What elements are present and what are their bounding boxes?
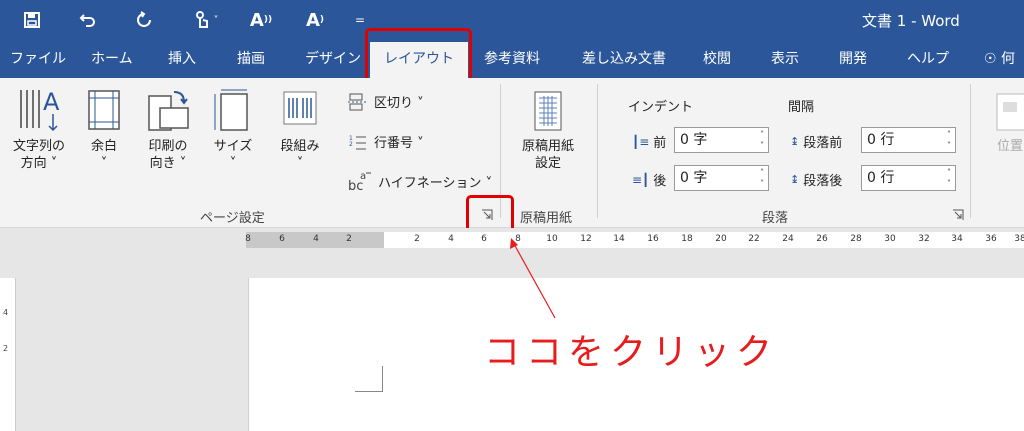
annotation-text: ココをクリック <box>484 332 779 373</box>
